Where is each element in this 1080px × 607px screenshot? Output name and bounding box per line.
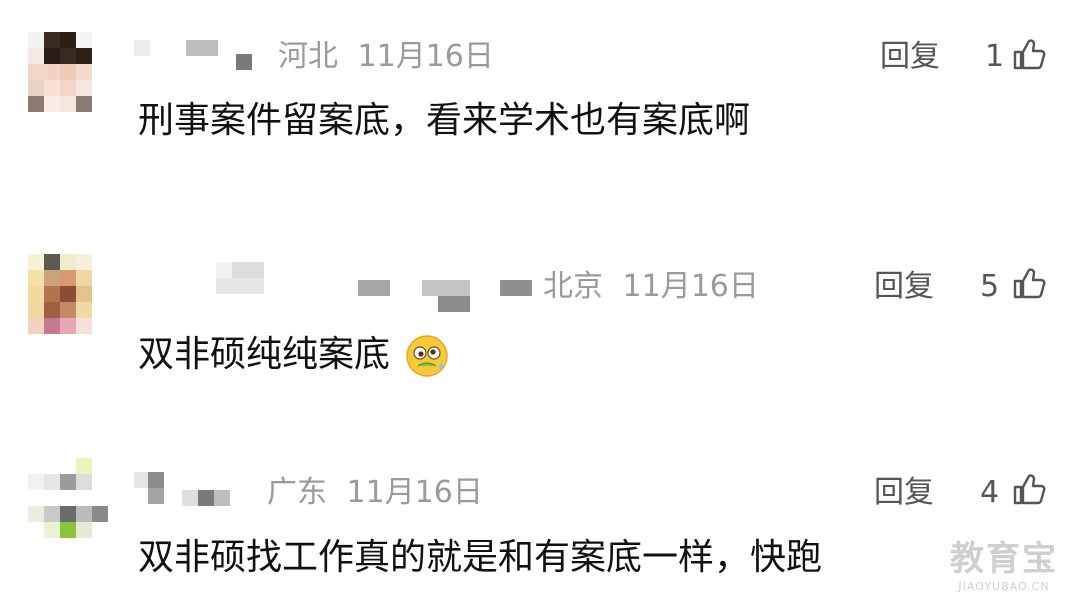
location: 北京 <box>543 269 603 304</box>
thumbs-up-icon[interactable] <box>1012 266 1046 300</box>
reply-button[interactable]: 回复 <box>874 272 934 302</box>
avatar[interactable] <box>28 32 108 112</box>
watermark-sub: JIAOYUBAO.CN <box>958 580 1050 593</box>
comment-text-content: 双非硕纯纯案底 <box>138 334 391 375</box>
comment-meta: 河北 11月16日 <box>278 42 494 72</box>
watermark-logo: 教育宝 JIAOYUBAO.CN <box>950 542 1058 593</box>
comment-text: 双非硕找工作真的就是和有案底一样，快跑 <box>138 537 823 578</box>
comment-text: 双非硕纯纯案底 <box>138 334 449 378</box>
comment-meta: 广东 11月16日 <box>267 478 483 508</box>
watermark-main: 教育宝 <box>950 539 1058 579</box>
thumbs-up-icon[interactable] <box>1012 37 1046 71</box>
date: 11月16日 <box>346 475 483 510</box>
location: 广东 <box>267 475 327 510</box>
avatar[interactable] <box>28 458 108 538</box>
thumbs-up-icon[interactable] <box>1012 472 1046 506</box>
reply-button[interactable]: 回复 <box>880 42 940 72</box>
comment-text: 刑事案件留案底，看来学术也有案底啊 <box>138 100 751 141</box>
date: 11月16日 <box>357 39 494 74</box>
like-count: 4 <box>980 475 1000 510</box>
location: 河北 <box>278 39 338 74</box>
date: 11月16日 <box>622 269 759 304</box>
comment-meta: 北京 11月16日 <box>543 272 759 302</box>
reply-button[interactable]: 回复 <box>874 478 934 508</box>
like-count: 5 <box>980 269 1000 304</box>
avatar[interactable] <box>28 254 108 334</box>
woozy-face-icon <box>406 335 449 377</box>
like-count: 1 <box>985 39 1005 74</box>
